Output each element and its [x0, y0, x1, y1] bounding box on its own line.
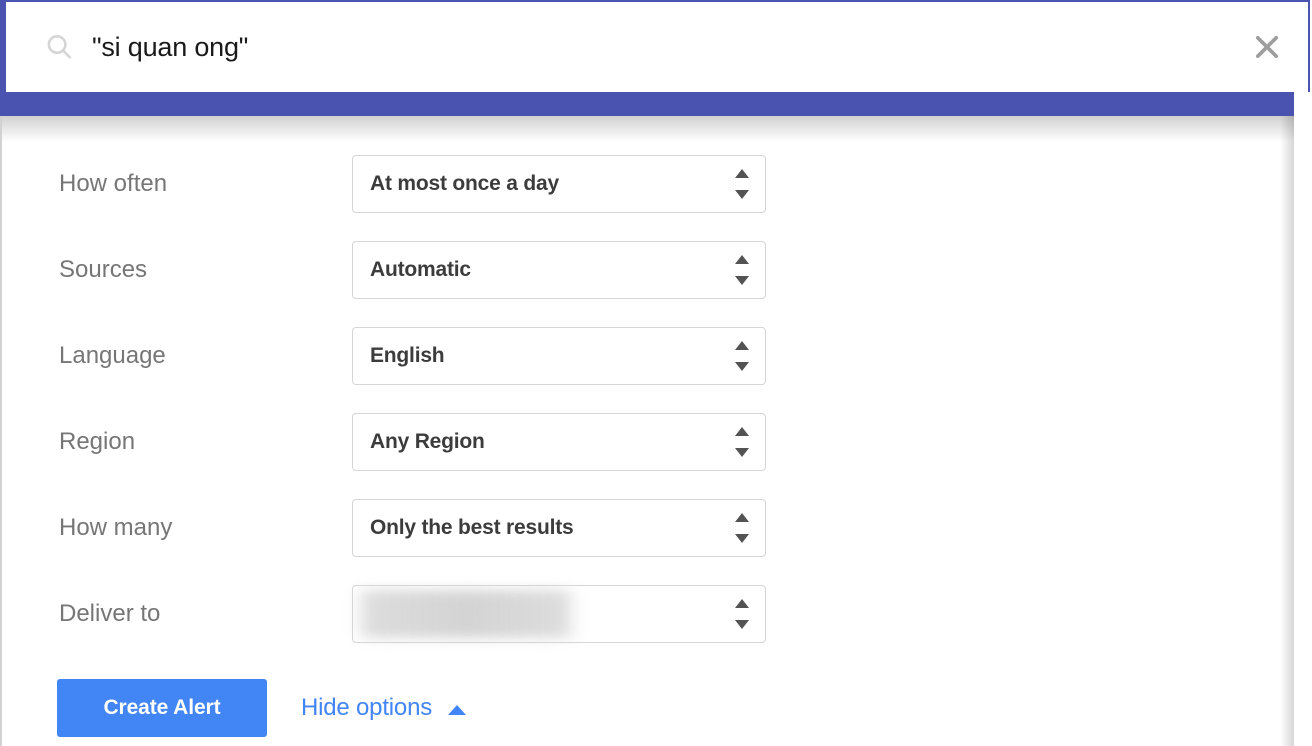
option-label: How many: [59, 513, 173, 541]
option-label: Deliver to: [59, 599, 161, 627]
alert-search-bar[interactable]: [0, 0, 1310, 92]
create-alert-button[interactable]: Create Alert: [57, 679, 267, 737]
search-icon: [47, 34, 72, 59]
stepper-arrows-icon[interactable]: [735, 513, 749, 543]
option-select[interactable]: Automatic: [352, 241, 766, 299]
stepper-arrows-icon[interactable]: [735, 599, 749, 629]
option-value: Only the best results: [370, 516, 574, 539]
option-row: Deliver to: [2, 571, 1294, 657]
option-value: English: [370, 344, 445, 367]
option-select[interactable]: Only the best results: [352, 499, 766, 557]
header-accent-bar: [0, 92, 1294, 116]
actions-bar: Create Alert Hide options: [2, 679, 1294, 737]
option-select[interactable]: English: [352, 327, 766, 385]
hide-options-link[interactable]: Hide options: [301, 694, 467, 722]
stepper-arrows-icon[interactable]: [735, 255, 749, 285]
option-row: Language English: [2, 313, 1294, 399]
option-select[interactable]: Any Region: [352, 413, 766, 471]
redacted-value: [354, 590, 578, 638]
stepper-arrows-icon[interactable]: [735, 341, 749, 371]
option-row: How many Only the best results: [2, 485, 1294, 571]
option-value: At most once a day: [370, 172, 559, 195]
alert-options-form: How often At most once a day Sources Automa…: [2, 116, 1294, 737]
google-alerts-page: How often At most once a day Sources Automa…: [0, 0, 1312, 746]
option-label: How often: [59, 169, 168, 197]
option-select[interactable]: [352, 585, 766, 643]
hide-options-label: Hide options: [301, 694, 433, 721]
option-select[interactable]: At most once a day: [352, 155, 766, 213]
option-value: Automatic: [370, 258, 471, 281]
option-value: Any Region: [370, 430, 485, 453]
option-row: Region Any Region: [2, 399, 1294, 485]
option-label: Region: [59, 427, 136, 455]
option-row: Sources Automatic: [2, 227, 1294, 313]
option-label: Sources: [59, 255, 148, 283]
option-label: Language: [59, 341, 166, 369]
caret-up-icon: [448, 704, 467, 715]
search-input[interactable]: [92, 31, 1250, 63]
alert-options-panel: How often At most once a day Sources Automa…: [0, 116, 1294, 746]
option-row: How often At most once a day: [2, 141, 1294, 227]
stepper-arrows-icon[interactable]: [735, 427, 749, 457]
close-icon[interactable]: [1250, 30, 1284, 64]
stepper-arrows-icon[interactable]: [735, 169, 749, 199]
